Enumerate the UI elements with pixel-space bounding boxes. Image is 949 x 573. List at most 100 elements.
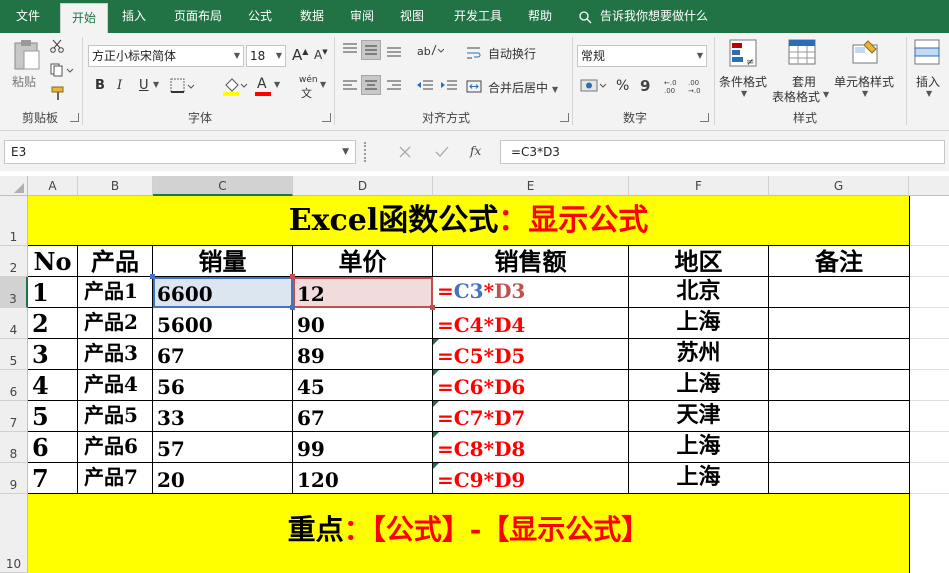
title-cell[interactable]: Excel函数公式：显示公式 — [28, 196, 910, 246]
row-header-4[interactable]: 4 — [0, 308, 28, 339]
qty-cell[interactable]: 5600 — [153, 308, 293, 339]
sales-formula-cell[interactable]: =C8*D8 — [433, 432, 629, 463]
header-cell-sales[interactable]: 销售额 — [433, 246, 629, 277]
align-top-icon[interactable] — [342, 43, 358, 57]
column-header-c[interactable]: C — [153, 176, 293, 196]
footer-cell[interactable]: 重点：【公式】-【显示公式】 — [28, 494, 910, 573]
row-header-6[interactable]: 6 — [0, 370, 28, 401]
tab-insert[interactable]: 插入 — [112, 0, 156, 33]
selection-handle[interactable] — [290, 274, 295, 279]
product-cell[interactable]: 产品1 — [78, 277, 153, 308]
empty-column-h[interactable] — [910, 246, 949, 494]
font-launcher-icon[interactable] — [322, 113, 331, 122]
selection-handle[interactable] — [150, 274, 155, 279]
header-cell-no[interactable]: No — [28, 246, 78, 277]
empty-cell[interactable] — [910, 494, 949, 573]
row-header-9[interactable]: 9 — [0, 463, 28, 494]
region-cell[interactable]: 上海 — [629, 370, 769, 401]
sales-formula-cell[interactable]: =C9*D9 — [433, 463, 629, 494]
qty-cell[interactable]: 56 — [153, 370, 293, 401]
qty-cell[interactable]: 67 — [153, 339, 293, 370]
selection-handle[interactable] — [430, 305, 435, 310]
qty-cell[interactable]: 57 — [153, 432, 293, 463]
format-painter-icon[interactable] — [50, 85, 66, 101]
column-header-e[interactable]: E — [433, 176, 629, 196]
italic-button[interactable]: I — [117, 78, 122, 93]
note-cell[interactable] — [769, 277, 910, 308]
tab-developer[interactable]: 开发工具 — [444, 0, 512, 33]
no-cell[interactable]: 4 — [28, 370, 78, 401]
row-header-5[interactable]: 5 — [0, 339, 28, 370]
wrap-text-button[interactable]: 自动换行 — [466, 45, 536, 62]
decrease-decimal-icon[interactable]: .00→.0 — [688, 77, 708, 95]
region-cell[interactable]: 天津 — [629, 401, 769, 432]
row-header-10[interactable]: 10 — [0, 494, 28, 573]
format-as-table-button[interactable]: 套用 表格格式 ▼ — [772, 37, 832, 104]
percent-button[interactable]: % — [616, 78, 629, 94]
align-left-icon[interactable] — [342, 79, 358, 93]
align-right-icon[interactable] — [386, 79, 402, 93]
decrease-indent-icon[interactable] — [416, 79, 434, 93]
header-cell-region[interactable]: 地区 — [629, 246, 769, 277]
cancel-icon[interactable] — [398, 145, 412, 159]
align-bottom-icon[interactable] — [386, 43, 402, 57]
paste-button[interactable]: 粘贴 — [6, 37, 48, 101]
note-cell[interactable] — [769, 463, 910, 494]
region-cell[interactable]: 北京 — [629, 277, 769, 308]
region-cell[interactable]: 上海 — [629, 308, 769, 339]
orientation-icon[interactable]: ab — [416, 41, 444, 59]
tab-file[interactable]: 文件 — [0, 0, 56, 33]
font-name-select[interactable]: 方正小标宋简体 ▼ — [88, 45, 244, 67]
row-header-7[interactable]: 7 — [0, 401, 28, 432]
price-cell[interactable]: 12 — [293, 277, 433, 308]
tab-home[interactable]: 开始 — [60, 3, 108, 33]
tab-page-layout[interactable]: 页面布局 — [164, 0, 232, 33]
product-cell[interactable]: 产品6 — [78, 432, 153, 463]
product-cell[interactable]: 产品2 — [78, 308, 153, 339]
row-header-1[interactable]: 1 — [0, 196, 28, 246]
price-cell[interactable]: 120 — [293, 463, 433, 494]
merge-center-button[interactable]: 合并后居中 ▼ — [466, 79, 558, 96]
note-cell[interactable] — [769, 432, 910, 463]
tell-me-box[interactable]: 告诉我你想要做什么 — [578, 0, 708, 33]
align-center-button[interactable] — [361, 75, 381, 95]
cut-icon[interactable] — [50, 39, 64, 53]
insert-function-button[interactable]: fx — [470, 144, 481, 158]
sales-formula-cell[interactable]: =C4*D4 — [433, 308, 629, 339]
header-cell-price[interactable]: 单价 — [293, 246, 433, 277]
bold-button[interactable]: B — [95, 78, 105, 93]
header-cell-note[interactable]: 备注 — [769, 246, 910, 277]
no-cell[interactable]: 7 — [28, 463, 78, 494]
increase-decimal-icon[interactable]: ←.0.00 — [664, 77, 684, 95]
price-cell[interactable]: 99 — [293, 432, 433, 463]
no-cell[interactable]: 1 — [28, 277, 78, 308]
qty-cell[interactable]: 6600 — [153, 277, 293, 308]
column-header-a[interactable]: A — [28, 176, 78, 196]
tab-review[interactable]: 审阅 — [340, 0, 384, 33]
number-launcher-icon[interactable] — [700, 113, 709, 122]
row-header-2[interactable]: 2 — [0, 246, 28, 277]
price-cell[interactable]: 89 — [293, 339, 433, 370]
column-header-b[interactable]: B — [78, 176, 153, 196]
no-cell[interactable]: 3 — [28, 339, 78, 370]
column-header-f[interactable]: F — [629, 176, 769, 196]
empty-cell[interactable] — [910, 196, 949, 246]
number-format-select[interactable]: 常规 ▼ — [577, 45, 707, 67]
enter-icon[interactable] — [434, 145, 450, 159]
product-cell[interactable]: 产品5 — [78, 401, 153, 432]
qty-cell[interactable]: 20 — [153, 463, 293, 494]
region-cell[interactable]: 上海 — [629, 463, 769, 494]
shrink-font-button[interactable]: A▼ — [314, 48, 328, 62]
formula-bar-splitter[interactable] — [364, 142, 368, 162]
price-cell[interactable]: 67 — [293, 401, 433, 432]
increase-indent-icon[interactable] — [440, 79, 458, 93]
column-header-g[interactable]: G — [769, 176, 909, 196]
tab-view[interactable]: 视图 — [390, 0, 434, 33]
header-cell-product[interactable]: 产品 — [78, 246, 153, 277]
product-cell[interactable]: 产品4 — [78, 370, 153, 401]
name-box[interactable]: E3 ▼ — [4, 140, 356, 164]
no-cell[interactable]: 5 — [28, 401, 78, 432]
select-all-corner[interactable] — [0, 176, 28, 196]
row-header-3[interactable]: 3 — [0, 277, 28, 308]
border-icon[interactable] — [170, 78, 196, 94]
